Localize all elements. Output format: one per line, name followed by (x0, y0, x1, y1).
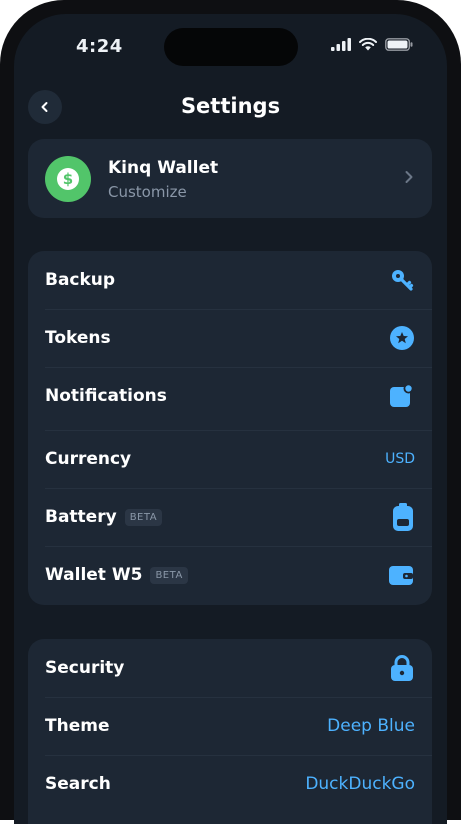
chevron-right-icon (405, 171, 413, 183)
cellular-signal-icon (331, 38, 351, 51)
beta-badge: BETA (124, 508, 163, 526)
row-separator (45, 546, 432, 547)
currency-value: USD (385, 451, 415, 467)
status-time: 4:24 (76, 36, 123, 57)
row-label: Notifications (45, 386, 167, 406)
row-label: Battery BETA (45, 507, 163, 527)
svg-text:$: $ (63, 170, 73, 188)
row-separator (45, 488, 432, 489)
row-label: Security (45, 658, 125, 678)
wallet-icon (389, 566, 413, 585)
row-label: Currency (45, 449, 132, 469)
wallet-avatar: $ (45, 156, 91, 202)
settings-row-tokens[interactable]: Tokens (28, 309, 432, 367)
row-label: Theme (45, 716, 110, 736)
page-title: Settings (180, 94, 281, 118)
theme-value: Deep Blue (327, 716, 415, 736)
wallet-card[interactable]: $ Kinq Wallet Customize (28, 139, 432, 218)
row-separator (45, 697, 432, 698)
key-icon (392, 270, 414, 291)
wallet-customize-label: Customize (108, 183, 187, 201)
settings-row-security[interactable]: Security (28, 639, 432, 697)
settings-row-battery[interactable]: Battery BETA (28, 488, 432, 546)
beta-badge: BETA (150, 566, 188, 584)
row-separator (45, 309, 432, 310)
settings-row-theme[interactable]: Theme Deep Blue (28, 697, 432, 755)
row-label-text: Battery (45, 507, 117, 527)
row-label: Backup (45, 270, 116, 290)
settings-row-backup[interactable]: Backup (28, 251, 432, 309)
battery-status-icon (385, 38, 413, 51)
battery-icon (393, 503, 413, 531)
settings-row-search[interactable]: Search DuckDuckGo (28, 755, 432, 813)
settings-group-primary: Backup Tokens Notifications Currency USD… (28, 251, 432, 605)
row-label-text: Wallet W5 (45, 565, 143, 585)
settings-row-wallet-w5[interactable]: Wallet W5 BETA (28, 546, 432, 604)
row-label: Tokens (45, 328, 111, 348)
row-separator (45, 367, 432, 368)
phone-frame: 4:24 Settings $ Kinq Wallet Customize Ba… (0, 0, 461, 824)
row-label: Wallet W5 BETA (45, 565, 188, 585)
lock-icon (391, 655, 413, 681)
header: Settings (14, 88, 447, 128)
wifi-icon (359, 38, 377, 51)
row-label: Search (45, 774, 111, 794)
dynamic-island (164, 28, 298, 66)
settings-group-secondary: Security Theme Deep Blue Search DuckDuck… (28, 639, 432, 824)
status-bar: 4:24 (14, 14, 447, 74)
status-icons (331, 38, 413, 51)
wallet-name: Kinq Wallet (108, 158, 219, 178)
screen: 4:24 Settings $ Kinq Wallet Customize Ba… (14, 14, 447, 824)
notification-icon (390, 383, 414, 407)
row-separator (45, 430, 432, 431)
dollar-coin-icon: $ (57, 168, 79, 190)
row-separator (45, 755, 432, 756)
search-engine-value: DuckDuckGo (305, 774, 415, 794)
settings-row-notifications[interactable]: Notifications (28, 367, 432, 425)
star-circle-icon (390, 326, 414, 350)
settings-row-currency[interactable]: Currency USD (28, 430, 432, 488)
